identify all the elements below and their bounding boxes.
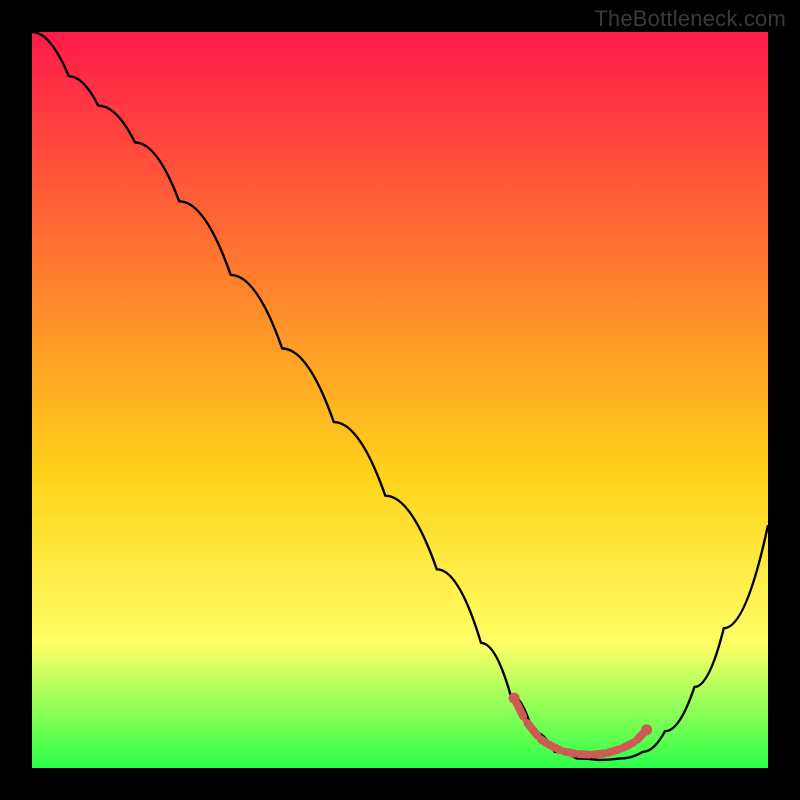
valley-dot bbox=[537, 736, 542, 741]
valley-dot bbox=[604, 751, 609, 756]
valley-dash bbox=[608, 750, 618, 753]
valley-dash bbox=[549, 745, 559, 750]
valley-dash bbox=[623, 743, 633, 748]
valley-dash bbox=[594, 754, 604, 755]
valley-dash bbox=[564, 752, 574, 754]
watermark-text: TheBottleneck.com bbox=[594, 6, 786, 32]
chart-plot bbox=[32, 32, 768, 768]
valley-dot bbox=[545, 741, 550, 746]
valley-dot bbox=[559, 749, 564, 754]
valley-dot bbox=[618, 746, 623, 751]
valley-dot bbox=[589, 752, 594, 757]
chart-frame: TheBottleneck.com bbox=[0, 0, 800, 800]
valley-dot bbox=[523, 718, 528, 723]
valley-dash bbox=[579, 754, 589, 755]
gradient-background bbox=[32, 32, 768, 768]
valley-dot bbox=[574, 751, 579, 756]
valley-dot bbox=[633, 739, 638, 744]
valley-dash bbox=[637, 732, 645, 740]
